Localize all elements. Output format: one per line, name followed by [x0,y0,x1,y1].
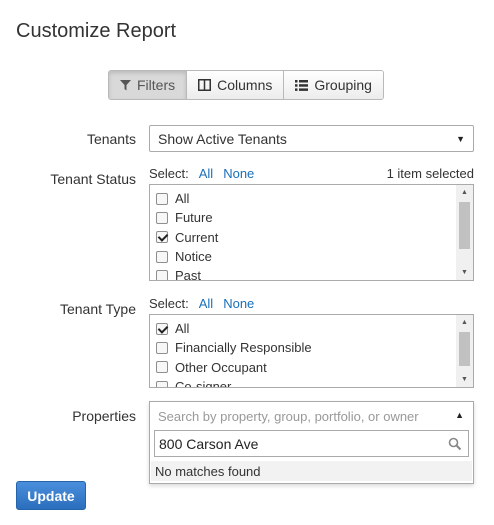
scrollbar[interactable]: ▲ ▼ [456,185,473,280]
scroll-up-icon[interactable]: ▲ [456,319,473,326]
page-title: Customize Report [16,20,177,42]
checkbox[interactable] [156,380,168,387]
tenant-type-select-none[interactable]: None [223,296,254,311]
filter-icon [120,79,131,90]
tenant-status-list[interactable]: All Future Current Notice Past ▲ ▼ [149,184,474,281]
list-item-label: All [175,191,190,207]
tab-grouping-label: Grouping [314,77,372,93]
list-item[interactable]: All [150,319,456,338]
tenants-select[interactable]: Show Active Tenants ▼ [149,125,474,152]
tenant-type-label: Tenant Type [59,301,136,317]
properties-search-value: 800 Carson Ave [159,436,259,452]
list-item-label: Financially Responsible [175,340,312,356]
list-item[interactable]: Notice [150,247,456,266]
checkbox[interactable] [156,341,168,354]
dropdown-caret-up-icon[interactable]: ▲ [455,410,464,420]
list-item[interactable]: Current [150,228,456,247]
checkbox[interactable] [156,269,168,280]
scroll-down-icon[interactable]: ▼ [456,376,473,383]
list-item[interactable]: Future [150,208,456,227]
list-item-label: Co-signer [175,379,232,388]
list-item[interactable]: Other Occupant [150,358,456,377]
list-item[interactable]: Financially Responsible [150,338,456,357]
checkbox[interactable] [156,231,168,244]
list-item-label: All [175,321,190,337]
checkbox[interactable] [156,192,168,205]
checkbox[interactable] [156,211,168,224]
no-results-message: No matches found [151,461,472,481]
tenant-status-label: Tenant Status [50,171,136,187]
view-tabs: Filters Columns Grouping [108,70,384,100]
tab-columns[interactable]: Columns [187,71,285,99]
tenant-type-select-row: Select: All None [149,296,474,311]
tenant-status-count: 1 item selected [386,166,474,181]
tenant-type-list[interactable]: All Financially Responsible Other Occupa… [149,314,474,388]
tab-grouping[interactable]: Grouping [284,71,383,99]
tenant-status-select-none[interactable]: None [223,166,254,181]
select-label: Select: [149,296,189,311]
list-item[interactable]: Past [150,266,456,281]
checkbox[interactable] [156,250,168,263]
tab-filters-label: Filters [137,77,176,93]
dropdown-caret-icon: ▼ [456,134,465,144]
search-icon [448,437,462,451]
scroll-down-icon[interactable]: ▼ [456,269,473,276]
list-icon [295,79,309,91]
properties-search-input[interactable]: 800 Carson Ave [154,430,469,457]
tenant-status-select-row: Select: All None 1 item selected [149,166,474,181]
list-item[interactable]: All [150,189,456,208]
scroll-thumb[interactable] [459,332,470,366]
select-label: Select: [149,166,189,181]
list-item-label: Notice [175,249,212,265]
update-button[interactable]: Update [16,481,86,510]
tenant-type-select-all[interactable]: All [199,296,213,311]
tab-filters[interactable]: Filters [109,71,188,99]
columns-icon [198,79,212,91]
tenants-label: Tenants [86,131,136,147]
list-item[interactable]: Co-signer [150,377,456,388]
properties-dropdown[interactable]: Search by property, group, portfolio, or… [149,401,474,484]
properties-placeholder: Search by property, group, portfolio, or… [158,409,419,424]
list-item-label: Other Occupant [175,359,267,375]
tenant-status-select-all[interactable]: All [199,166,213,181]
list-item-label: Future [175,210,213,226]
scroll-thumb[interactable] [459,202,470,249]
tenants-value: Show Active Tenants [158,131,287,147]
list-item-label: Current [175,229,219,245]
scrollbar[interactable]: ▲ ▼ [456,315,473,387]
scroll-up-icon[interactable]: ▲ [456,189,473,196]
checkbox[interactable] [156,361,168,374]
list-item-label: Past [175,268,202,281]
tab-columns-label: Columns [217,77,273,93]
checkbox[interactable] [156,322,168,335]
properties-label: Properties [72,408,136,424]
